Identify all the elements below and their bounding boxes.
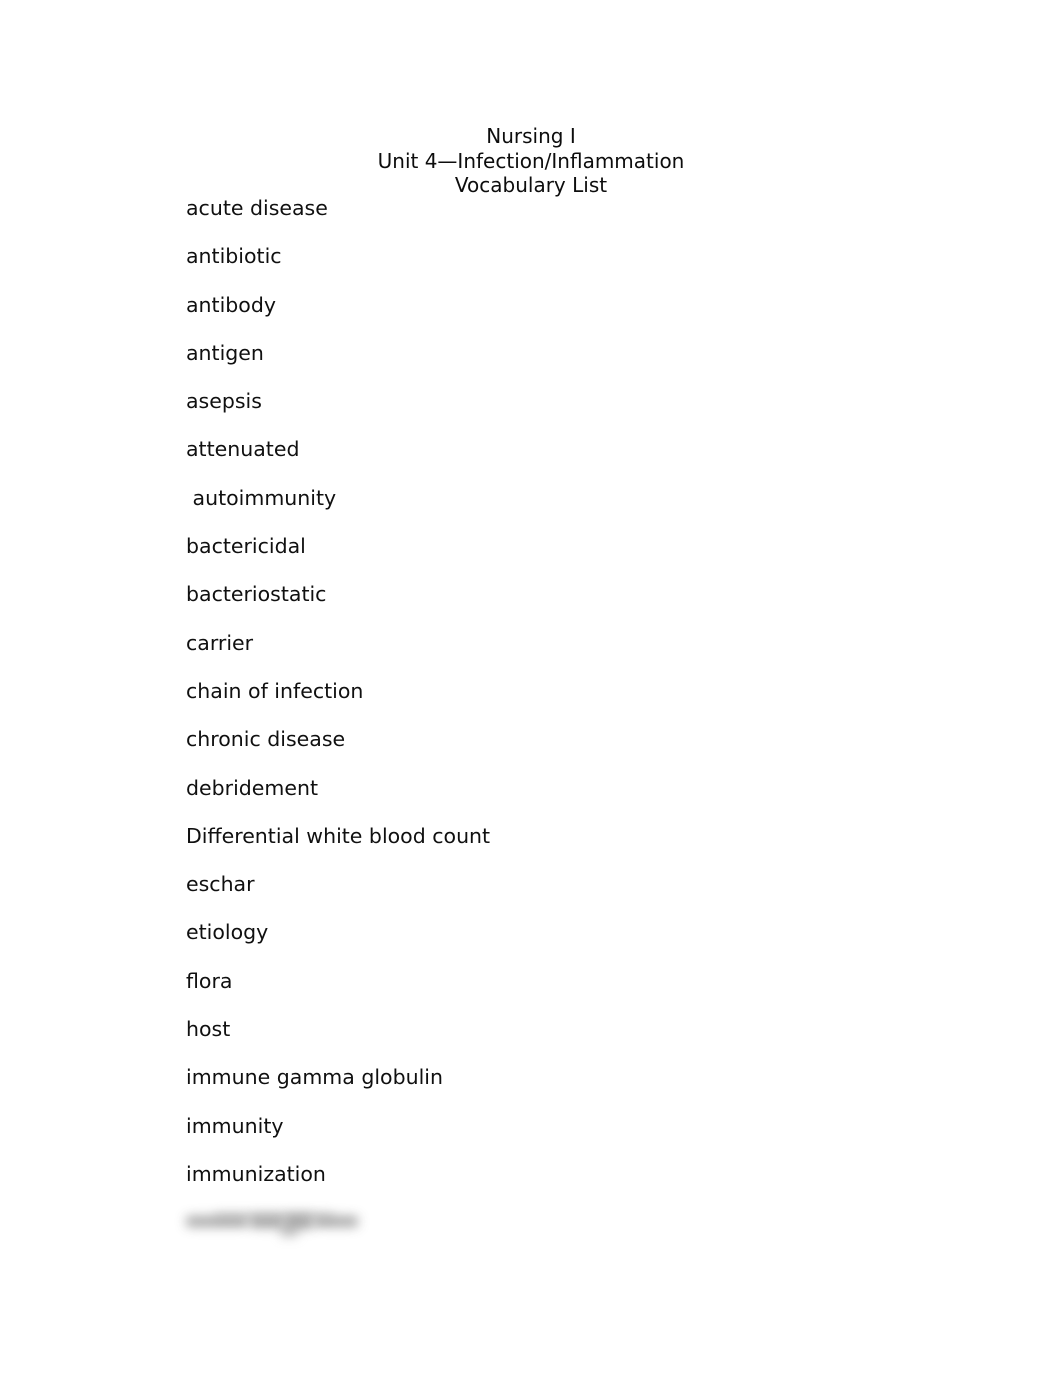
vocabulary-term: etiology [186,920,269,945]
vocabulary-list: acute disease antibiotic antibody antige… [184,196,966,1238]
vocabulary-term-redacted [184,1210,966,1238]
vocabulary-term: debridement [186,775,318,800]
vocabulary-term: chain of infection [186,678,364,703]
vocabulary-term: immunization [186,1161,326,1186]
vocabulary-term: Differential white blood count [186,823,491,848]
document-heading: Nursing I Unit 4—Infection/Inflammation … [0,124,1062,198]
vocabulary-term: eschar [186,872,255,897]
vocabulary-term: attenuated [186,437,300,462]
vocabulary-term: bacteriostatic [186,582,327,607]
heading-line-unit: Unit 4—Infection/Inflammation [377,148,685,173]
heading-line-subtitle: Vocabulary List [454,173,608,198]
vocabulary-term: carrier [186,630,254,655]
document-page: Nursing I Unit 4—Infection/Inflammation … [0,0,1062,1377]
heading-line-course: Nursing I [486,124,576,148]
vocabulary-term: immune gamma globulin [186,1065,443,1090]
vocabulary-term: antigen [186,340,264,365]
redaction-blur-overlay [184,1211,360,1238]
vocabulary-term: chronic disease [186,727,346,752]
vocabulary-term: antibiotic [186,244,282,269]
vocabulary-term: acute disease [186,196,328,220]
vocabulary-term: host [186,1017,231,1042]
vocabulary-term: immunity [186,1113,284,1138]
vocabulary-term: asepsis [186,389,262,414]
vocabulary-term: bactericidal [186,534,306,559]
vocabulary-term: flora [186,968,233,993]
vocabulary-term: antibody [186,292,276,317]
vocabulary-term: autoimmunity [186,485,337,510]
